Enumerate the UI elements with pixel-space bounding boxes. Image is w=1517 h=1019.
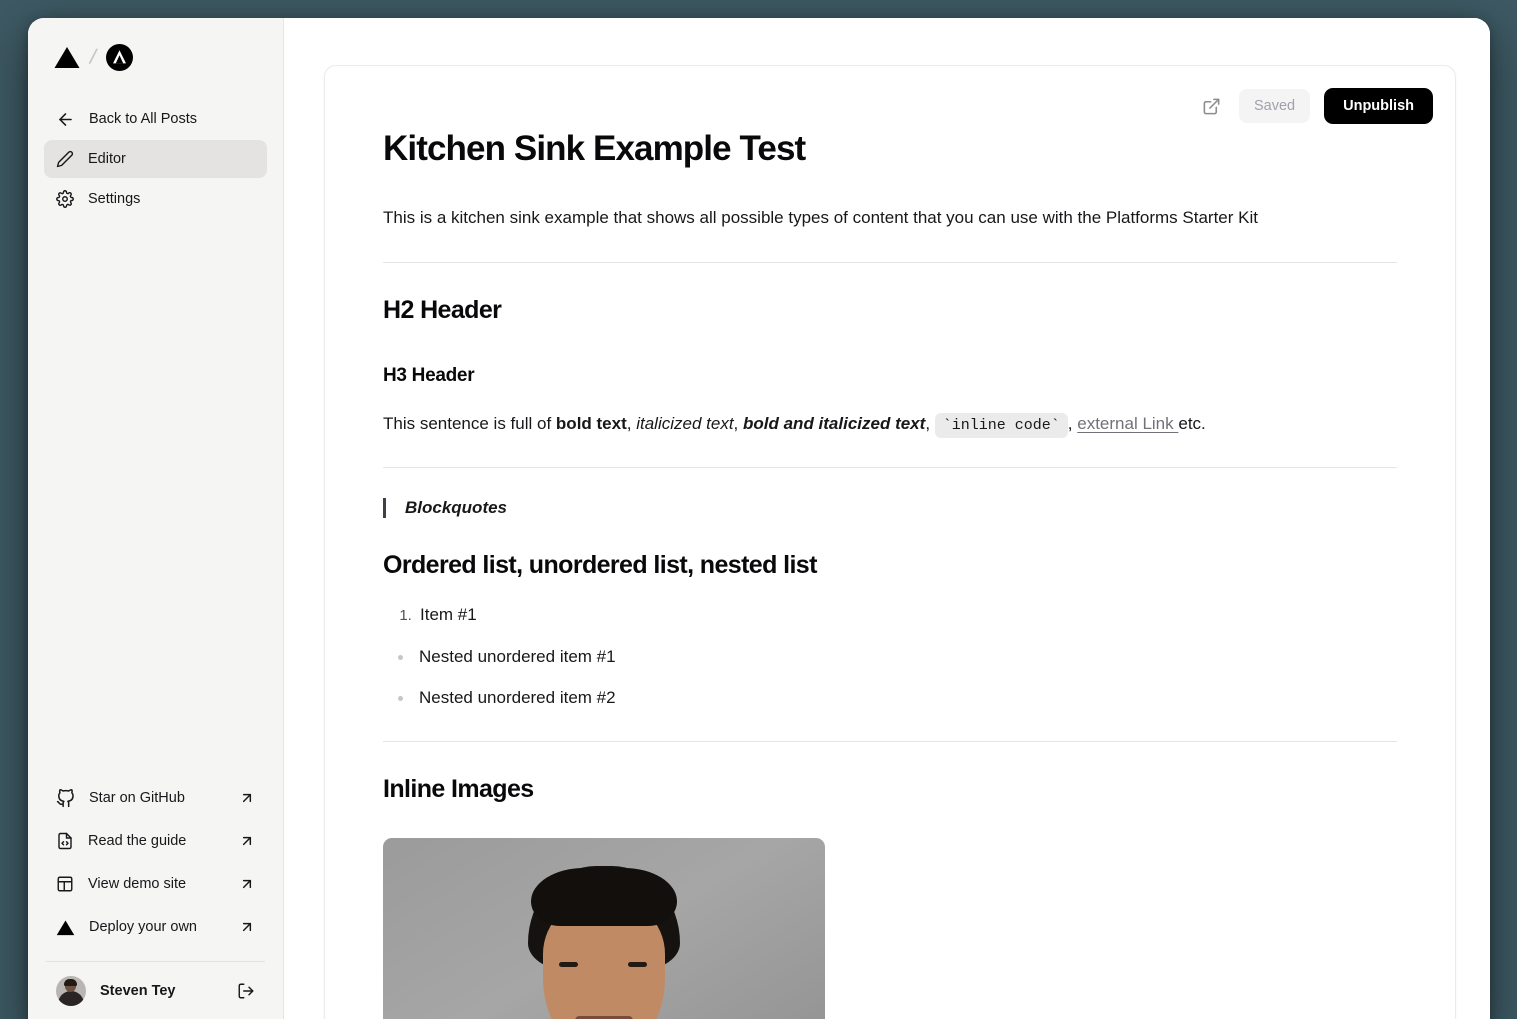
- app-window: / Back to All Posts Editor Settings Star…: [28, 18, 1490, 1019]
- github-icon: [56, 788, 75, 808]
- layout-panel-icon: [56, 875, 74, 893]
- photo-eye-left: [559, 961, 578, 967]
- sep-1: ,: [626, 413, 637, 433]
- primary-nav: Back to All Posts Editor Settings: [44, 96, 267, 218]
- arrow-up-right-icon: [239, 833, 255, 849]
- file-code-icon: [56, 832, 74, 850]
- horizontal-rule: [383, 261, 1397, 263]
- arrow-up-right-icon: [239, 790, 255, 806]
- sep-3: ,: [925, 413, 935, 433]
- sep-4: ,: [1067, 413, 1078, 433]
- sidebar-divider: [46, 961, 265, 962]
- photo-fringe: [531, 867, 677, 926]
- photo-eye-right: [628, 961, 647, 967]
- list-item[interactable]: Item #1: [416, 602, 1397, 628]
- horizontal-rule: [383, 467, 1397, 469]
- sidebar-item-read-the-guide[interactable]: Read the guide: [44, 821, 267, 861]
- vercel-triangle-icon: [56, 919, 75, 936]
- rich-text-paragraph[interactable]: This sentence is full of bold text, ital…: [383, 411, 1397, 438]
- arrow-up-right-icon: [239, 876, 255, 892]
- save-status-badge: Saved: [1238, 89, 1311, 123]
- list-item[interactable]: Nested unordered item #2: [398, 685, 1397, 711]
- main-content: Saved Unpublish Kitchen Sink Example Tes…: [284, 18, 1490, 1019]
- external-link[interactable]: external Link: [1077, 414, 1178, 433]
- user-name: Steven Tey: [100, 983, 176, 999]
- sidebar-item-label: Read the guide: [88, 833, 187, 849]
- text-suffix: etc.: [1178, 413, 1206, 433]
- unpublish-button[interactable]: Unpublish: [1324, 88, 1433, 124]
- document-lead[interactable]: This is a kitchen sink example that show…: [383, 205, 1397, 231]
- document-body[interactable]: Kitchen Sink Example Test This is a kitc…: [383, 66, 1397, 1019]
- editor-card: Saved Unpublish Kitchen Sink Example Tes…: [324, 65, 1456, 1019]
- vercel-triangle-icon: [54, 46, 80, 69]
- user-profile-row[interactable]: Steven Tey: [44, 968, 267, 1014]
- sidebar-item-label: Deploy your own: [89, 919, 197, 935]
- ordered-list[interactable]: Item #1: [383, 602, 1397, 628]
- list-item[interactable]: Nested unordered item #1: [398, 644, 1397, 670]
- inline-code: `inline code`: [934, 412, 1068, 438]
- nested-unordered-list[interactable]: Nested unordered item #1 Nested unordere…: [383, 644, 1397, 711]
- arrow-up-right-icon: [239, 919, 255, 935]
- sep-2: ,: [733, 413, 743, 433]
- sidebar-item-view-demo-site[interactable]: View demo site: [44, 864, 267, 904]
- bold-italic-text: bold and italicized text: [743, 413, 926, 433]
- italic-text: italicized text: [636, 413, 734, 433]
- logo-separator: /: [87, 43, 99, 70]
- avatar: [56, 976, 86, 1006]
- gear-icon: [56, 190, 74, 208]
- horizontal-rule: [383, 740, 1397, 742]
- text-prefix: This sentence is full of: [383, 413, 556, 433]
- sidebar-item-deploy-your-own[interactable]: Deploy your own: [44, 907, 267, 947]
- blockquote[interactable]: Blockquotes: [383, 498, 1397, 519]
- heading-h3[interactable]: H3 Header: [383, 365, 1397, 387]
- pencil-edit-icon: [56, 150, 74, 168]
- inline-image[interactable]: [383, 837, 825, 1019]
- external-links-nav: Star on GitHub Read the guide View demo …: [44, 778, 267, 951]
- sidebar-item-settings[interactable]: Settings: [44, 180, 267, 218]
- external-link-icon[interactable]: [1199, 93, 1225, 119]
- arrow-left-icon: [56, 110, 75, 129]
- sidebar: / Back to All Posts Editor Settings Star…: [28, 18, 284, 1019]
- sidebar-item-label: Settings: [88, 191, 141, 207]
- heading-h2[interactable]: H2 Header: [383, 296, 1397, 325]
- sidebar-item-back-to-all-posts[interactable]: Back to All Posts: [44, 100, 267, 138]
- editor-action-bar: Saved Unpublish: [1199, 88, 1433, 124]
- photo-smile: [575, 1015, 633, 1019]
- app-logo[interactable]: /: [44, 18, 267, 96]
- sidebar-item-editor[interactable]: Editor: [44, 140, 267, 178]
- bold-text: bold text: [555, 413, 627, 433]
- sidebar-item-star-on-github[interactable]: Star on GitHub: [44, 778, 267, 818]
- sidebar-item-label: Star on GitHub: [89, 790, 185, 806]
- page-title[interactable]: Kitchen Sink Example Test: [383, 128, 1397, 169]
- sidebar-item-label: Editor: [88, 151, 126, 167]
- platforms-circle-logo-icon: [106, 43, 134, 71]
- heading-inline-images[interactable]: Inline Images: [383, 775, 1397, 804]
- desktop-backdrop: / Back to All Posts Editor Settings Star…: [0, 0, 1517, 1019]
- sidebar-item-label: Back to All Posts: [89, 111, 197, 127]
- heading-lists[interactable]: Ordered list, unordered list, nested lis…: [383, 551, 1397, 580]
- logout-icon[interactable]: [237, 982, 255, 1000]
- sidebar-item-label: View demo site: [88, 876, 187, 892]
